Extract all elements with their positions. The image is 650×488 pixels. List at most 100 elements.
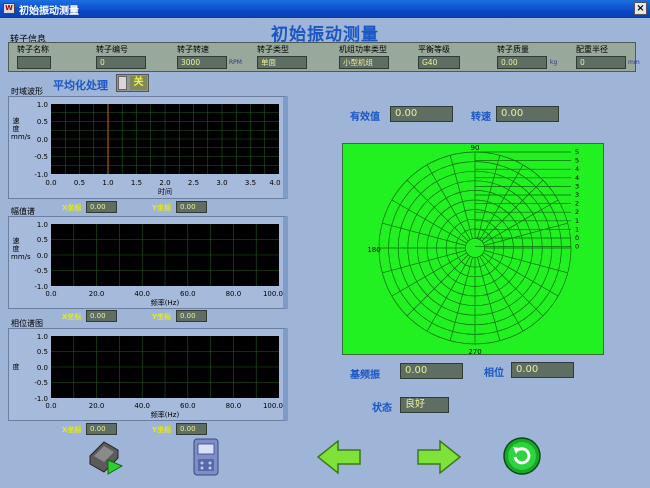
run-button[interactable]: [84, 436, 128, 476]
scale-label: 0: [575, 234, 579, 242]
xtick: 4.0: [269, 179, 280, 187]
xtick: 0.0: [45, 402, 56, 410]
polar-chart: 554433221100 90 180 270: [367, 144, 579, 356]
balance-grade-label: 平衡等级: [418, 45, 450, 54]
polar-spokes: [379, 152, 571, 344]
scale-label: 2: [575, 208, 579, 216]
amp-x-coord-value[interactable]: 0.00: [86, 310, 117, 322]
title-bar: W 初始振动测量 ×: [0, 0, 650, 18]
app-icon: W: [3, 3, 15, 14]
averaging-label: 平均化处理: [53, 79, 108, 92]
xtick: 80.0: [226, 402, 242, 410]
status-label: 状态: [372, 403, 392, 414]
scale-label: 3: [575, 182, 579, 190]
rotor-id-value[interactable]: 0: [96, 56, 146, 69]
amplitude-chart[interactable]: 1.0 0.5 0.0 -0.5 -1.0 0.0 20.0 40.0 60.0…: [9, 217, 284, 308]
time-wave-chart[interactable]: 1.0 0.5 0.0 -0.5 -1.0 0.0 0.5 1.0 1.5 2.…: [9, 97, 284, 198]
phase-x-coord-value[interactable]: 0.00: [86, 423, 117, 435]
rotor-speed-value[interactable]: 3000: [177, 56, 227, 69]
unit-power-value[interactable]: 小型机组: [339, 56, 389, 69]
ytick: 0.0: [37, 136, 48, 144]
amplitude-xticks: 0.0 20.0 40.0 60.0 80.0 100.0: [45, 290, 283, 298]
phase-readout-label: 相位: [484, 368, 504, 379]
weight-radius-value[interactable]: 0: [576, 56, 626, 69]
amplitude-panel: 速度mm/s 1.0 0.5 0.0 -0.5 -1.0 0.0 20.0 40…: [8, 216, 288, 309]
xtick: 100.0: [263, 290, 283, 298]
rotor-type-value[interactable]: 单面: [257, 56, 307, 69]
angle-label-180: 180: [367, 246, 380, 254]
xtick: 100.0: [263, 402, 283, 410]
forward-button[interactable]: [416, 439, 462, 475]
ytick: 0.0: [37, 252, 48, 260]
xtick: 2.0: [159, 179, 170, 187]
xtick: 3.0: [216, 179, 227, 187]
rotor-id-label: 转子编号: [96, 45, 128, 54]
ytick: 0.5: [37, 236, 48, 244]
back-arrow-icon: [316, 439, 361, 475]
speed-label: 转速: [471, 112, 491, 123]
scale-label: 5: [575, 157, 579, 165]
polar-plot[interactable]: 554433221100 90 180 270: [342, 143, 604, 356]
scale-label: 0: [575, 243, 579, 251]
rotor-mass-unit: kg: [550, 59, 558, 66]
refresh-icon: [503, 437, 541, 475]
averaging-toggle[interactable]: 关: [116, 74, 149, 92]
angle-label-90: 90: [471, 144, 480, 152]
phase-x-coord-label: X坐标: [62, 426, 82, 434]
phase-yticks: 1.0 0.5 0.0 -0.5 -1.0: [34, 333, 48, 403]
time-wave-xlabel: 时间: [158, 187, 172, 196]
time-x-coord-value[interactable]: 0.00: [86, 201, 117, 213]
rotor-name-label: 转子名称: [17, 45, 49, 54]
forward-arrow-icon: [417, 439, 462, 475]
toggle-knob: [118, 76, 127, 90]
window-title: 初始振动测量: [19, 6, 79, 17]
amplitude-yticks: 1.0 0.5 0.0 -0.5 -1.0: [34, 221, 48, 291]
time-y-coord-label: Y坐标: [152, 204, 172, 212]
unit-power-label: 机组功率类型: [339, 45, 387, 54]
rotor-mass-value[interactable]: 0.00: [497, 56, 547, 69]
rotor-info-panel: 转子名称 转子编号 0 转子转速 3000 RPM 转子类型 单面 机组功率类型…: [8, 42, 640, 72]
rotor-speed-unit: RPM: [229, 59, 242, 66]
back-button[interactable]: [316, 439, 362, 475]
time-wave-panel: 速度mm/s 1.0 0.5 0.0 -0.5 -1.0 0.0 0.5 1.0…: [8, 96, 288, 199]
amp-y-coord-label: Y坐标: [152, 313, 172, 321]
refresh-button[interactable]: [502, 436, 542, 476]
amp-y-coord-value[interactable]: 0.00: [176, 310, 207, 322]
rotor-speed-label: 转子转速: [177, 45, 209, 54]
scale-label: 4: [575, 174, 579, 182]
amplitude-xlabel: 频率(Hz): [151, 298, 180, 307]
device-icon: [193, 438, 219, 476]
close-button[interactable]: ×: [634, 2, 647, 15]
rotor-mass-label: 转子质量: [497, 45, 529, 54]
xtick: 3.5: [245, 179, 256, 187]
phase-readout-value: 0.00: [511, 362, 574, 378]
time-y-coord-value[interactable]: 0.00: [176, 201, 207, 213]
weight-radius-label: 配重半径: [576, 45, 608, 54]
ytick: 1.0: [37, 333, 48, 341]
polar-scale: 554433221100: [475, 148, 579, 251]
effective-value: 0.00: [390, 106, 453, 122]
scale-label: 4: [575, 165, 579, 173]
scale-label: 1: [575, 225, 579, 233]
ytick: -1.0: [34, 171, 48, 179]
xtick: 20.0: [89, 290, 105, 298]
ytick: -0.5: [34, 267, 48, 275]
phase-chart[interactable]: 1.0 0.5 0.0 -0.5 -1.0 0.0 20.0 40.0 60.0…: [9, 329, 284, 420]
speed-value: 0.00: [496, 106, 559, 122]
phase-y-coord-value[interactable]: 0.00: [176, 423, 207, 435]
time-wave-xticks: 0.0 0.5 1.0 1.5 2.0 2.5 3.0 3.5 4.0: [45, 179, 280, 187]
phase-xlabel: 频率(Hz): [151, 410, 180, 419]
fundamental-label: 基频振: [350, 370, 380, 381]
balance-grade-value[interactable]: G40: [418, 56, 460, 69]
rotor-name-value[interactable]: [17, 56, 51, 69]
averaging-state: 关: [130, 76, 147, 90]
time-wave-yticks: 1.0 0.5 0.0 -0.5 -1.0: [34, 101, 48, 179]
device-button[interactable]: [191, 437, 221, 477]
polar-ring: [465, 238, 485, 258]
scale-label: 1: [575, 217, 579, 225]
ytick: 1.0: [37, 221, 48, 229]
weight-radius-unit: mm: [628, 59, 640, 66]
ytick: -0.5: [34, 153, 48, 161]
ytick: 0.5: [37, 348, 48, 356]
xtick: 20.0: [89, 402, 105, 410]
